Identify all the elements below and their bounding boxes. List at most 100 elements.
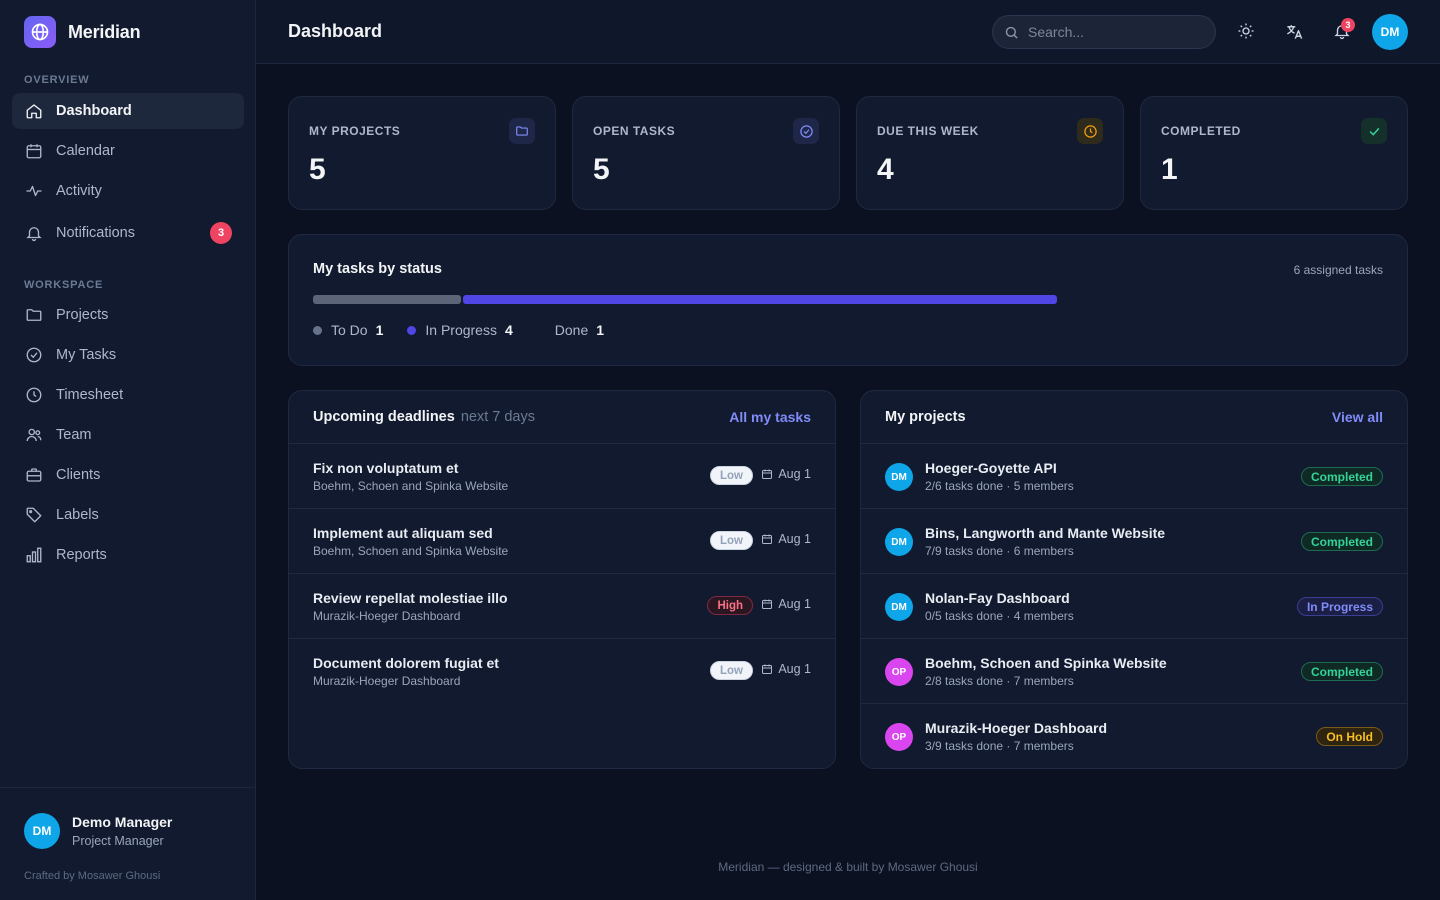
- legend-label: Done: [554, 322, 589, 338]
- legend-label: To Do: [331, 322, 368, 338]
- list-item[interactable]: Fix non voluptatum et Boehm, Schoen and …: [289, 444, 835, 509]
- panel-title: Upcoming deadlines next 7 days: [313, 409, 535, 425]
- list-item[interactable]: Review repellat molestiae illo Murazik-H…: [289, 574, 835, 639]
- legend-count: 1: [596, 322, 605, 338]
- due-date: Aug 1: [761, 597, 811, 611]
- calendar-icon: [762, 599, 773, 609]
- deadlines-title: Upcoming deadlines: [313, 409, 455, 425]
- priority-badge: High: [707, 596, 753, 615]
- avatar[interactable]: DM: [24, 813, 60, 849]
- due-date: Aug 1: [761, 532, 811, 546]
- calendar-icon: [762, 664, 773, 674]
- translate-icon: [1286, 24, 1302, 39]
- notification-badge: 3: [210, 222, 232, 244]
- avatar: DM: [885, 463, 913, 491]
- sidebar-item-label: Team: [56, 427, 92, 443]
- sidebar-item-calendar[interactable]: Calendar: [12, 133, 244, 169]
- task-project: Boehm, Schoen and Spinka Website: [313, 479, 509, 493]
- brand[interactable]: Meridian: [24, 16, 141, 48]
- activity-icon: [26, 185, 42, 197]
- list-item[interactable]: OP Murazik-Hoeger Dashboard 3/9 tasks do…: [861, 704, 1407, 769]
- stat-label: DUE THIS WEEK: [877, 124, 979, 138]
- status-legend: To Do 1 In Progress 4 Done 1: [313, 322, 628, 338]
- due-date-text: Aug 1: [778, 662, 811, 676]
- page-title: Dashboard: [288, 21, 383, 41]
- status-progress-bar: [313, 295, 1203, 304]
- sidebar-item-my-tasks[interactable]: My Tasks: [12, 337, 244, 373]
- sidebar-footer: DM Demo Manager Project Manager Crafted …: [0, 787, 256, 900]
- list-item[interactable]: OP Boehm, Schoen and Spinka Website 2/8 …: [861, 639, 1407, 704]
- task-title: Document dolorem fugiat et: [313, 655, 499, 671]
- panel-header: Upcoming deadlines next 7 days All my tas…: [289, 391, 835, 444]
- language-button[interactable]: [1283, 20, 1305, 42]
- task-title: Fix non voluptatum et: [313, 460, 459, 476]
- search-input[interactable]: [1028, 24, 1198, 40]
- stat-card-projects[interactable]: MY PROJECTS 5: [288, 96, 556, 210]
- sidebar-item-label: Clients: [56, 467, 101, 483]
- in-progress-dot-icon: [407, 325, 417, 335]
- all-my-tasks-link[interactable]: All my tasks: [729, 409, 811, 425]
- user-avatar-button[interactable]: DM: [1372, 14, 1408, 50]
- stat-value: 5: [309, 153, 326, 186]
- sun-icon: [1238, 23, 1254, 39]
- search-icon: [1005, 26, 1018, 39]
- crafted-credit: Crafted by Mosawer Ghousi: [24, 870, 161, 882]
- priority-badge: Low: [710, 466, 753, 485]
- priority-badge: Low: [710, 661, 753, 680]
- stat-value: 5: [593, 153, 610, 186]
- project-name: Bins, Langworth and Mante Website: [925, 525, 1166, 541]
- check-circle-icon: [26, 347, 42, 363]
- view-all-link[interactable]: View all: [1332, 409, 1383, 425]
- status-badge: In Progress: [1296, 597, 1383, 616]
- status-bar-segment-1: [463, 295, 1057, 304]
- sidebar-item-reports[interactable]: Reports: [12, 537, 244, 573]
- sidebar-item-notifications[interactable]: Notifications 3: [12, 215, 244, 251]
- list-item[interactable]: DM Nolan-Fay Dashboard 0/5 tasks done · …: [861, 574, 1407, 639]
- sidebar-item-label: Timesheet: [56, 387, 124, 403]
- due-date-text: Aug 1: [778, 597, 811, 611]
- user-name: Demo Manager: [72, 814, 173, 830]
- list-item[interactable]: Implement aut aliquam sed Boehm, Schoen …: [289, 509, 835, 574]
- sidebar-item-dashboard[interactable]: Dashboard: [12, 93, 244, 129]
- task-title: Implement aut aliquam sed: [313, 525, 493, 541]
- list-item[interactable]: DM Bins, Langworth and Mante Website 7/9…: [861, 509, 1407, 574]
- project-meta: 3/9 tasks done · 7 members: [925, 739, 1074, 753]
- sidebar-item-team[interactable]: Team: [12, 417, 244, 453]
- sidebar-item-label: Labels: [56, 507, 99, 523]
- project-meta: 7/9 tasks done · 6 members: [925, 544, 1074, 558]
- avatar: OP: [885, 658, 913, 686]
- stat-card-open-tasks[interactable]: OPEN TASKS 5: [572, 96, 840, 210]
- avatar: DM: [885, 528, 913, 556]
- notification-count-badge: 3: [1341, 18, 1355, 32]
- sidebar-item-activity[interactable]: Activity: [12, 173, 244, 209]
- stat-label: COMPLETED: [1161, 124, 1241, 138]
- legend-label: In Progress: [425, 322, 497, 338]
- theme-toggle-button[interactable]: [1235, 20, 1257, 42]
- list-item[interactable]: DM Hoeger-Goyette API 2/6 tasks done · 5…: [861, 444, 1407, 509]
- priority-badge: Low: [710, 531, 753, 550]
- legend-item-done: Done 1: [555, 322, 604, 338]
- sidebar-item-projects[interactable]: Projects: [12, 297, 244, 333]
- sidebar-item-labels[interactable]: Labels: [12, 497, 244, 533]
- search-box[interactable]: [992, 15, 1216, 49]
- project-name: Murazik-Hoeger Dashboard: [925, 720, 1108, 736]
- due-date-text: Aug 1: [778, 467, 811, 481]
- clock-icon: [1077, 118, 1103, 144]
- stat-card-completed[interactable]: COMPLETED 1: [1140, 96, 1408, 210]
- list-item[interactable]: Document dolorem fugiat et Murazik-Hoege…: [289, 639, 835, 704]
- sidebar-item-timesheet[interactable]: Timesheet: [12, 377, 244, 413]
- stat-value: 1: [1161, 153, 1178, 186]
- sidebar-item-label: Notifications: [56, 225, 135, 241]
- sidebar-item-clients[interactable]: Clients: [12, 457, 244, 493]
- status-badge: Completed: [1300, 662, 1383, 681]
- user-role: Project Manager: [72, 834, 164, 848]
- home-icon: [26, 104, 42, 119]
- nav-section-workspace: WORKSPACE: [24, 279, 104, 291]
- brand-name: Meridian: [68, 21, 141, 42]
- topbar: Dashboard 3 DM: [256, 0, 1440, 64]
- project-meta: 0/5 tasks done · 4 members: [925, 609, 1074, 623]
- stat-card-due-this-week[interactable]: DUE THIS WEEK 4: [856, 96, 1124, 210]
- panel-header: My projects View all: [861, 391, 1407, 444]
- check-circle-icon: [793, 118, 819, 144]
- sidebar-item-label: Dashboard: [56, 103, 132, 119]
